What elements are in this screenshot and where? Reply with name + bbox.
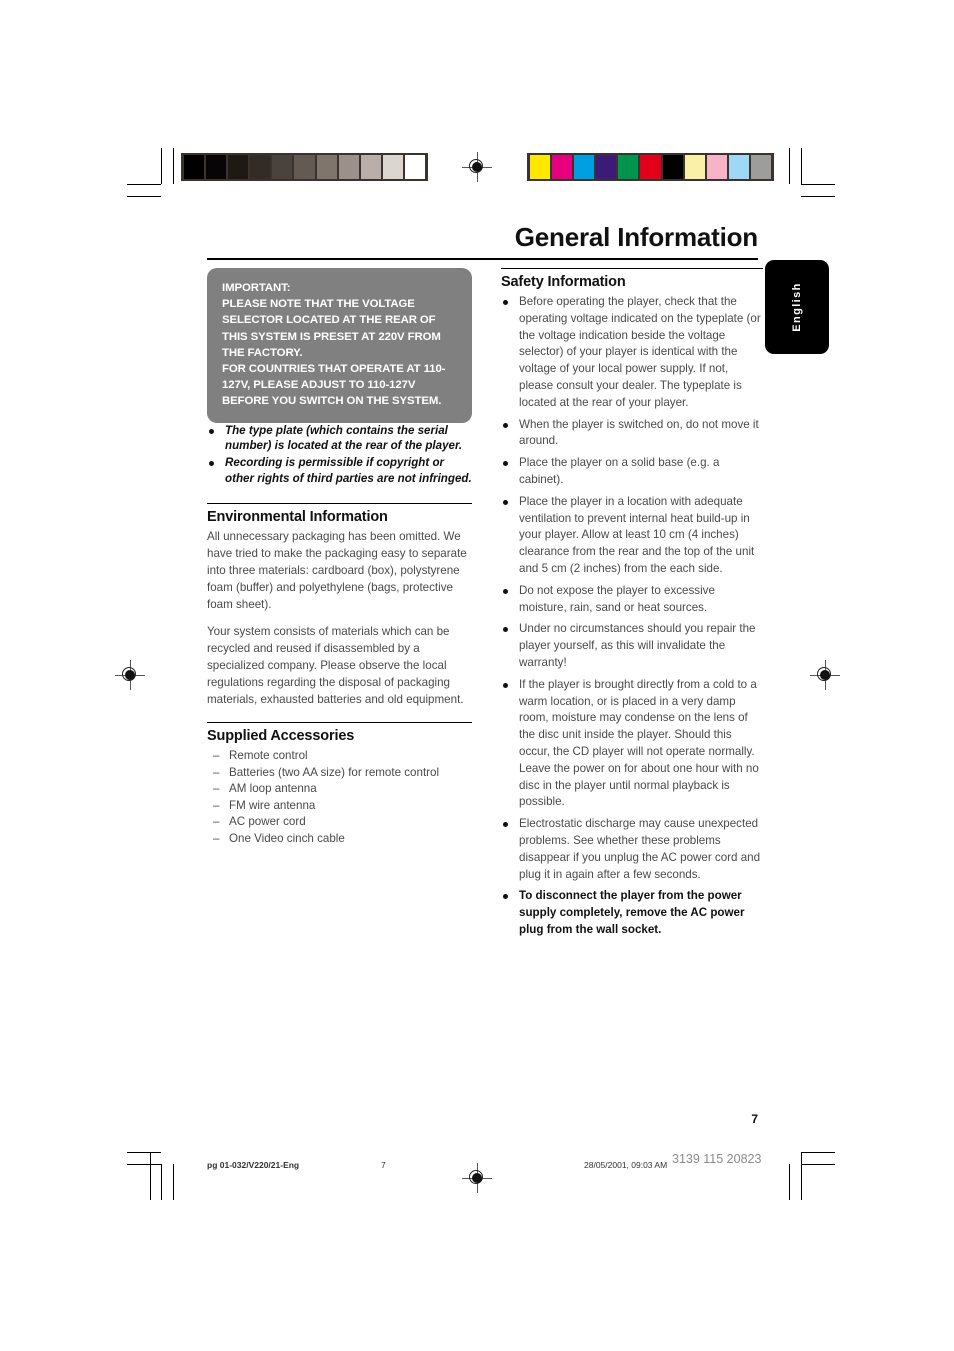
- callout-line-1: IMPORTANT:: [222, 282, 291, 294]
- left-column: IMPORTANT: PLEASE NOTE THAT THE VOLTAGE …: [207, 268, 472, 848]
- crop-mark-top-right: [789, 148, 835, 197]
- calibration-swatch-8: [706, 155, 727, 179]
- registration-target-bottom: [462, 1163, 492, 1193]
- calibration-swatch-1: [206, 155, 227, 179]
- list-item: Remote control: [207, 748, 472, 765]
- section-heading: Environmental Information: [207, 509, 388, 526]
- calibration-swatch-0: [184, 155, 205, 179]
- calibration-swatch-4: [618, 155, 639, 179]
- paragraph: All unnecessary packaging has been omitt…: [207, 530, 467, 611]
- calibration-swatch-5: [640, 155, 661, 179]
- registration-target-top: [462, 152, 492, 182]
- section-rule: [207, 503, 472, 505]
- document-page: English General Information IMPORTANT: P…: [0, 0, 954, 1351]
- safety-list: Before operating the player, check that …: [501, 294, 763, 939]
- list-item: Do not expose the player to excessive mo…: [501, 583, 763, 617]
- calibration-swatch-10: [404, 155, 426, 179]
- calibration-swatch-9: [728, 155, 749, 179]
- bleed-rule-right: [801, 1152, 802, 1200]
- list-item: One Video cinch cable: [207, 831, 472, 848]
- footer-file-name: pg 01-032/V220/21-Eng: [207, 1160, 300, 1170]
- footer-page-number: 7: [381, 1160, 386, 1170]
- crop-mark-top-left: [127, 148, 174, 197]
- calibration-swatch-1: [552, 155, 573, 179]
- footer-part-number: 3139 115 20823: [672, 1152, 762, 1166]
- registration-target-right: [810, 660, 840, 690]
- bleed-rule-left: [150, 1152, 151, 1200]
- registration-target-left: [115, 660, 145, 690]
- language-thumb-tab: English: [765, 260, 829, 354]
- calibration-swatch-7: [684, 155, 705, 179]
- section-rule: [207, 722, 472, 724]
- list-item: Batteries (two AA size) for remote contr…: [207, 765, 472, 782]
- list-item: If the player is brought directly from a…: [501, 677, 763, 811]
- list-item: When the player is switched on, do not m…: [501, 417, 763, 451]
- calibration-swatch-5: [294, 155, 315, 179]
- callout-line-3: FOR COUNTRIES THAT OPERATE AT 110-127V, …: [222, 362, 446, 408]
- title-rule: [207, 258, 758, 260]
- list-item: FM wire antenna: [207, 798, 472, 815]
- crop-mark-bottom-right: [789, 1152, 835, 1200]
- page-title: General Information: [514, 222, 758, 252]
- list-item: AM loop antenna: [207, 781, 472, 798]
- list-item: AC power cord: [207, 814, 472, 831]
- section-heading: Safety Information: [501, 274, 626, 290]
- calibration-swatch-7: [338, 155, 359, 179]
- paragraph: Your system consists of materials which …: [207, 625, 464, 706]
- page-number: 7: [751, 1112, 758, 1126]
- safety-information-section: Safety Information Before operating the …: [501, 268, 763, 939]
- calibration-swatch-4: [272, 155, 293, 179]
- calibration-swatch-9: [382, 155, 403, 179]
- list-item: Place the player on a solid base (e.g. a…: [501, 455, 763, 489]
- calibration-swatch-2: [574, 155, 595, 179]
- accessories-list: Remote control Batteries (two AA size) f…: [207, 748, 472, 847]
- callout-line-2: PLEASE NOTE THAT THE VOLTAGE SELECTOR LO…: [222, 298, 441, 359]
- supplied-accessories-section: Supplied Accessories Remote control Batt…: [207, 722, 472, 848]
- grayscale-calibration-bar: [181, 153, 428, 181]
- section-rule: [501, 268, 763, 269]
- environmental-information-section: Environmental Information All unnecessar…: [207, 503, 472, 708]
- language-tab-label: English: [791, 282, 803, 332]
- right-column: Safety Information Before operating the …: [501, 268, 763, 944]
- list-item: Electrostatic discharge may cause unexpe…: [501, 816, 763, 883]
- list-item: Under no circumstances should you repair…: [501, 621, 763, 671]
- list-item: The type plate (which contains the seria…: [207, 423, 472, 455]
- calibration-swatch-2: [228, 155, 249, 179]
- list-item: Before operating the player, check that …: [501, 294, 763, 412]
- type-plate-notes-list: The type plate (which contains the seria…: [207, 423, 472, 488]
- calibration-swatch-3: [596, 155, 617, 179]
- color-calibration-bar: [527, 153, 774, 181]
- important-voltage-callout: IMPORTANT: PLEASE NOTE THAT THE VOLTAGE …: [207, 268, 472, 423]
- calibration-swatch-10: [750, 155, 772, 179]
- calibration-swatch-6: [316, 155, 337, 179]
- section-heading: Supplied Accessories: [207, 728, 355, 745]
- footer-timestamp: 28/05/2001, 09:03 AM: [584, 1160, 668, 1170]
- calibration-swatch-8: [360, 155, 381, 179]
- list-item: To disconnect the player from the power …: [501, 888, 763, 938]
- calibration-swatch-3: [250, 155, 271, 179]
- list-item: Place the player in a location with adeq…: [501, 494, 763, 578]
- calibration-swatch-0: [530, 155, 551, 179]
- calibration-swatch-6: [662, 155, 683, 179]
- list-item: Recording is permissible if copyright or…: [207, 455, 472, 487]
